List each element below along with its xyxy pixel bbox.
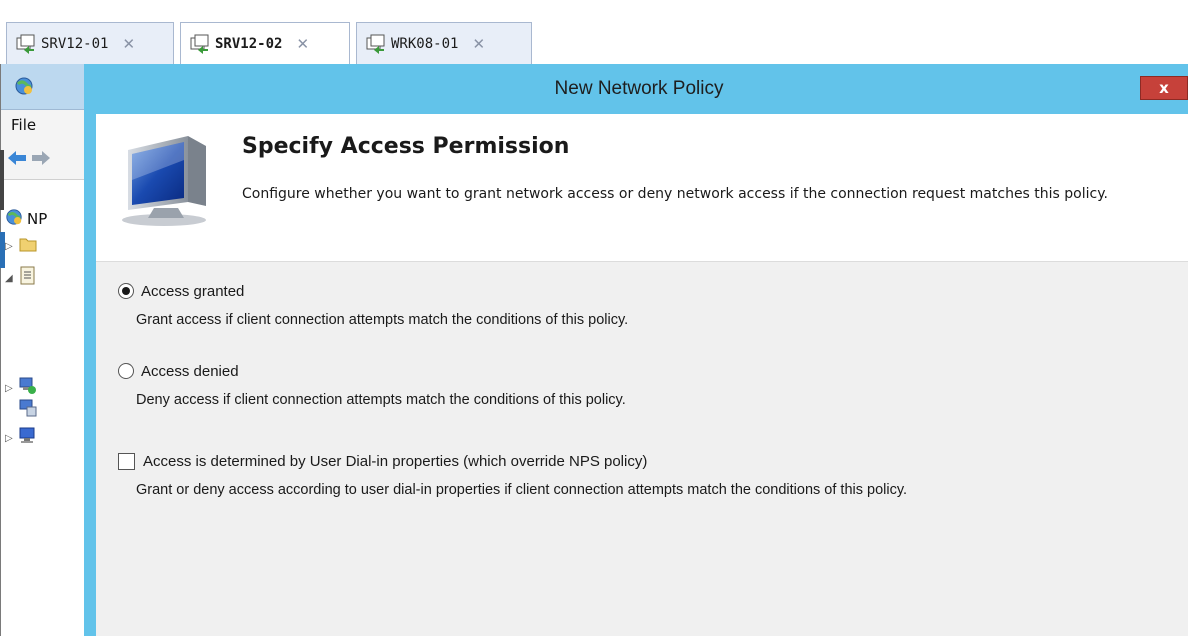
forward-arrow-icon[interactable]: [31, 150, 51, 170]
window-edge: [0, 150, 4, 210]
expand-icon[interactable]: ▷: [5, 383, 19, 394]
tree-item-policies[interactable]: ◢: [5, 266, 37, 290]
vm-console-icon: [15, 33, 37, 55]
option-access-granted: Access granted Grant access if client co…: [118, 280, 628, 328]
tab-close-icon[interactable]: ✕: [296, 35, 309, 53]
access-granted-description: Grant access if client connection attemp…: [136, 312, 629, 328]
network-health-icon: [19, 376, 37, 400]
close-button[interactable]: x: [1140, 76, 1188, 100]
wizard-page-description: Configure whether you want to grant netw…: [242, 186, 1108, 202]
computer-icon: [19, 426, 37, 450]
nps-console-window: File NP ▷ ◢ ▷ ▷: [0, 64, 97, 636]
tree-root-label: NP: [27, 210, 48, 228]
dial-in-checkbox[interactable]: [118, 452, 135, 470]
new-network-policy-dialog: New Network Policy x Specify Access Perm…: [84, 64, 1188, 636]
wizard-header: Specify Access Permission Configure whet…: [96, 114, 1188, 262]
monitor-icon: [114, 132, 224, 232]
dialog-title: New Network Policy: [554, 78, 724, 99]
wizard-page-title: Specify Access Permission: [242, 134, 570, 159]
menu-file[interactable]: File: [11, 116, 36, 134]
access-granted-radio[interactable]: [118, 283, 134, 299]
folder-icon: [19, 236, 37, 256]
dial-in-label[interactable]: Access is determined by User Dial-in pro…: [143, 453, 647, 470]
vm-tab-strip: SRV12-01 ✕ SRV12-02 ✕ WRK08-01 ✕: [0, 0, 1188, 64]
dial-in-checkbox-row[interactable]: Access is determined by User Dial-in pro…: [118, 450, 907, 472]
window-edge-accent: [0, 232, 5, 268]
back-arrow-icon[interactable]: [7, 150, 27, 170]
tab-close-icon[interactable]: ✕: [472, 35, 485, 53]
expand-icon[interactable]: ▷: [5, 241, 19, 252]
tree-item-accounting[interactable]: [19, 398, 37, 422]
option-access-denied: Access denied Deny access if client conn…: [118, 360, 626, 408]
tab-srv12-02[interactable]: SRV12-02 ✕: [180, 22, 350, 64]
console-titlebar: [1, 64, 97, 110]
tree-item-network-access[interactable]: ▷: [5, 376, 37, 400]
collapse-icon[interactable]: ◢: [5, 273, 19, 284]
nps-app-icon: [14, 76, 34, 100]
access-denied-radio-row[interactable]: Access denied: [118, 360, 626, 382]
tab-srv12-01[interactable]: SRV12-01 ✕: [6, 22, 174, 64]
vm-console-icon: [189, 33, 211, 55]
option-dial-in-properties: Access is determined by User Dial-in pro…: [118, 450, 907, 498]
tree-item-root[interactable]: NP: [5, 208, 47, 230]
dial-in-description: Grant or deny access according to user d…: [136, 482, 908, 498]
access-denied-radio[interactable]: [118, 363, 134, 379]
tab-wrk08-01[interactable]: WRK08-01 ✕: [356, 22, 532, 64]
vm-console-icon: [365, 33, 387, 55]
access-granted-radio-row[interactable]: Access granted: [118, 280, 628, 302]
nps-app-icon: [5, 208, 23, 230]
console-menubar: File: [1, 110, 97, 138]
server-icon: [19, 398, 37, 422]
tab-close-icon[interactable]: ✕: [122, 35, 135, 53]
tree-item-templates[interactable]: ▷: [5, 426, 37, 450]
access-denied-description: Deny access if client connection attempt…: [136, 392, 626, 408]
expand-icon[interactable]: ▷: [5, 433, 19, 444]
console-tree: NP ▷ ◢ ▷ ▷: [1, 180, 85, 636]
tab-label: SRV12-02: [215, 35, 283, 52]
tab-label: WRK08-01: [391, 35, 459, 52]
access-denied-label[interactable]: Access denied: [141, 363, 239, 380]
tree-item-folder[interactable]: ▷: [5, 236, 37, 256]
dialog-body: Specify Access Permission Configure whet…: [96, 114, 1188, 636]
console-toolbar: [1, 138, 97, 180]
access-granted-label[interactable]: Access granted: [141, 283, 244, 300]
policy-icon: [19, 266, 37, 290]
dialog-titlebar[interactable]: New Network Policy x: [84, 64, 1188, 114]
tab-label: SRV12-01: [41, 35, 109, 52]
